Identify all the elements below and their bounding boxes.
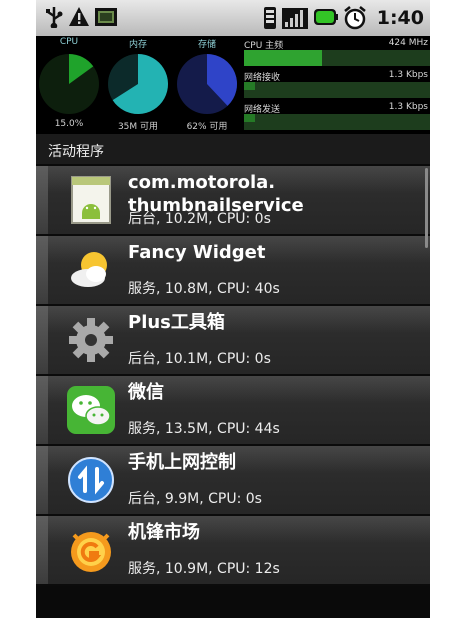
gear-icon — [66, 315, 116, 365]
gauge-value: 35M 可用 — [117, 122, 159, 132]
usb-icon — [44, 6, 64, 32]
row-stripe — [36, 446, 48, 514]
gauge-value: 15.0% — [54, 119, 84, 129]
warning-icon — [68, 6, 90, 32]
bar-value: 1.3 Kbps — [388, 102, 428, 112]
gauge-label: CPU — [59, 37, 79, 47]
row-stripe — [36, 376, 48, 444]
gauge-label: 内存 — [128, 40, 147, 50]
wechat-icon — [66, 385, 116, 435]
list-item-gfan-market[interactable]: 机锋市场 服务, 10.9M, CPU: 12s — [36, 516, 430, 586]
bar-fill — [244, 50, 323, 66]
process-info: 后台, 10.2M, CPU: 0s — [128, 211, 271, 227]
process-name: 微信 — [128, 382, 164, 403]
clock: 1:40 — [376, 7, 424, 29]
process-name: Fancy Widget — [128, 242, 266, 263]
process-name: 手机上网控制 — [128, 452, 236, 473]
bar-fill — [244, 114, 256, 122]
status-bar: 1:40 — [36, 0, 430, 36]
weather-icon — [66, 245, 116, 295]
scrollbar[interactable] — [425, 168, 428, 248]
process-info: 服务, 10.9M, CPU: 12s — [128, 561, 280, 577]
bar-track — [244, 82, 430, 98]
gauge-label: 存储 — [197, 40, 216, 50]
process-info: 后台, 9.9M, CPU: 0s — [128, 491, 262, 507]
cpu-gauge: CPU 15.0% — [36, 36, 102, 134]
network-receive-bar: 网络接收 1.3 Kbps — [242, 68, 430, 100]
vibrate-icon — [262, 6, 278, 34]
pie-chart — [39, 54, 99, 114]
cpu-frequency-bar: CPU 主频 424 MHz — [242, 36, 430, 68]
process-info: 服务, 10.8M, CPU: 40s — [128, 281, 280, 297]
row-stripe — [36, 236, 48, 304]
android-icon — [66, 175, 116, 225]
signal-icon — [282, 6, 308, 34]
section-title: 活动程序 — [48, 144, 104, 160]
stat-bars: CPU 主频 424 MHz 网络接收 1.3 Kbps 网络发送 1.3 Kb… — [242, 36, 430, 134]
row-stripe — [36, 166, 48, 234]
network-send-bar: 网络发送 1.3 Kbps — [242, 100, 430, 132]
process-info: 后台, 10.1M, CPU: 0s — [128, 351, 271, 367]
system-monitor[interactable]: CPU 15.0% 内存 35M 可用 存储 62% 可用 CPU 主频 424… — [36, 36, 430, 134]
data-toggle-icon — [66, 455, 116, 505]
list-item-thumbnailservice[interactable]: com.motorola. thumbnailservice 后台, 10.2M… — [36, 166, 430, 236]
section-header: 活动程序 — [36, 134, 430, 164]
list-item-plus-toolbox[interactable]: Plus工具箱 后台, 10.1M, CPU: 0s — [36, 306, 430, 376]
pie-chart — [108, 54, 169, 114]
process-name: 机锋市场 — [128, 522, 200, 543]
storage-gauge: 存储 62% 可用 — [174, 36, 240, 134]
bar-track — [244, 50, 430, 66]
battery-icon — [314, 9, 338, 31]
memory-gauge: 内存 35M 可用 — [105, 36, 171, 134]
bar-value: 424 MHz — [388, 38, 428, 48]
sd-card-icon — [94, 6, 118, 32]
list-item-mobile-data-control[interactable]: 手机上网控制 后台, 9.9M, CPU: 0s — [36, 446, 430, 516]
market-icon — [66, 525, 116, 575]
list-item-wechat[interactable]: 微信 服务, 13.5M, CPU: 44s — [36, 376, 430, 446]
row-stripe — [36, 516, 48, 584]
phone-screen: 1:40 CPU 15.0% 内存 35M 可用 存储 62% 可用 CPU 主… — [36, 0, 430, 618]
alarm-icon — [343, 5, 367, 35]
process-info: 服务, 13.5M, CPU: 44s — [128, 421, 280, 437]
process-name: Plus工具箱 — [128, 312, 225, 333]
bar-value: 1.3 Kbps — [388, 70, 428, 80]
gauge-value: 62% 可用 — [186, 122, 228, 132]
pie-chart — [177, 54, 238, 114]
row-stripe — [36, 306, 48, 374]
bar-fill — [244, 82, 256, 90]
list-item-fancy-widget[interactable]: Fancy Widget 服务, 10.8M, CPU: 40s — [36, 236, 430, 306]
bar-track — [244, 114, 430, 130]
